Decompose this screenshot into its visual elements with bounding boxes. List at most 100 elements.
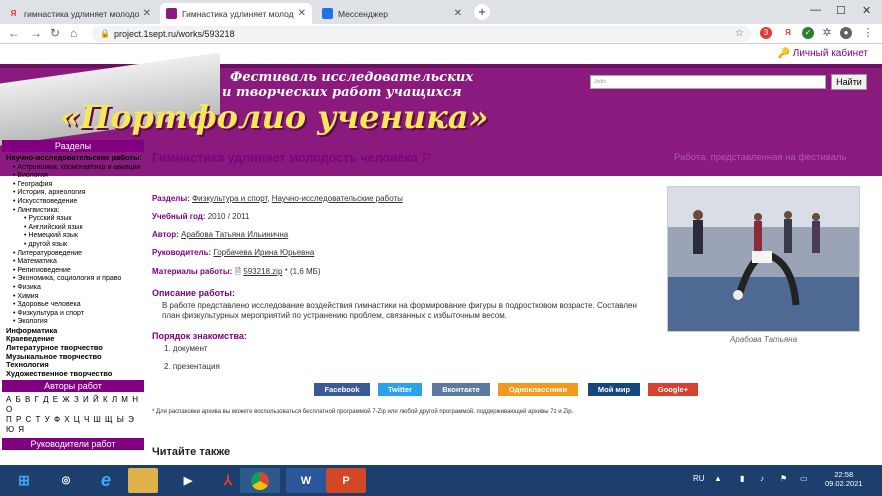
tray-arrow-icon[interactable]: ▲	[714, 474, 722, 483]
menu-icon[interactable]: ⋮	[862, 27, 874, 39]
battery-icon[interactable]: ▭	[800, 474, 808, 483]
sidebar-item[interactable]: • Астрономия, космонавтика и авиация	[6, 164, 144, 173]
authors-alphabet[interactable]: А Б В Г Д Е Ж З И Й К Л М Н О П Р С Т У …	[2, 392, 144, 438]
cabinet-label: Личный кабинет	[792, 48, 868, 59]
sidebar-item[interactable]: • Здоровье человека	[6, 301, 144, 310]
toolbar: ← → ↻ ⌂ 🔒 project.1sept.ru/works/593218 …	[0, 24, 882, 44]
share-button-0[interactable]: Facebook	[314, 383, 370, 396]
tab-label: Мессенджер	[338, 8, 388, 19]
sidebar-item[interactable]: • Физика	[6, 284, 144, 293]
sidebar-item[interactable]: • другой язык	[6, 241, 144, 250]
new-tab-button[interactable]: +	[474, 4, 490, 20]
alice-icon[interactable]: ◎	[46, 468, 86, 493]
share-button-3[interactable]: Одноклассники	[498, 383, 578, 396]
sidebar-item[interactable]: • Литературоведение	[6, 250, 144, 259]
clock-time: 22:58	[834, 470, 854, 479]
portfolio-icon	[166, 8, 177, 19]
network-icon[interactable]: ▮	[740, 474, 744, 483]
media-icon[interactable]: ▶	[168, 468, 208, 493]
banner-title: «Портфолио ученика»	[60, 98, 489, 136]
language-indicator[interactable]: RU	[693, 474, 705, 483]
speaker-icon[interactable]: ♪	[760, 474, 764, 483]
powerpoint-icon[interactable]: P	[326, 468, 366, 493]
sections-row: Разделы: Физкультура и спорт, Научно-исс…	[152, 194, 403, 203]
flag-tray-icon[interactable]: ⚑	[780, 474, 787, 483]
sidebar-item[interactable]: • Русский язык	[6, 215, 144, 224]
sidebar-item[interactable]: • Религиоведение	[6, 267, 144, 276]
leader-label: Руководитель:	[152, 248, 212, 257]
footnote: * Для распаковки архива вы можете воспол…	[152, 409, 574, 415]
tab-label: гимнастика удлиняет молодость	[24, 8, 139, 19]
section-link[interactable]: Научно-исследовательские работы	[272, 194, 403, 203]
yandex-extension-icon[interactable]: Я	[782, 27, 794, 39]
share-button-4[interactable]: Мой мир	[588, 383, 640, 396]
key-icon: 🔑	[777, 48, 790, 59]
file-link[interactable]: 593218.zip	[243, 267, 282, 276]
share-button-1[interactable]: Twitter	[378, 383, 422, 396]
tab-portfolio[interactable]: Гимнастика удлиняет молодость ✕	[160, 3, 312, 24]
order-heading: Порядок знакомства:	[152, 331, 247, 341]
section-link[interactable]: Физкультура и спорт	[192, 194, 267, 203]
order-head-text: Порядок знакомства:	[152, 331, 247, 341]
maximize-button[interactable]: ☐	[836, 4, 846, 17]
avatar[interactable]: ●	[840, 27, 852, 39]
sidebar-item[interactable]: • Физкультура и спорт	[6, 310, 144, 319]
share-button-2[interactable]: Вконтакте	[432, 383, 490, 396]
search-input[interactable]: Jndtc	[590, 75, 826, 89]
file-icon: 🗎	[234, 267, 242, 276]
alphabet-row[interactable]: П Р С Т У Ф Х Ц Ч Ш Щ Ы Э Ю Я	[6, 415, 140, 435]
read-also-heading: Читайте также	[152, 446, 231, 458]
personal-cabinet-link[interactable]: 🔑 Личный кабинет	[778, 48, 868, 59]
share-button-5[interactable]: Google+	[648, 383, 698, 396]
tab-yandex[interactable]: Я гимнастика удлиняет молодость ✕	[2, 3, 157, 24]
close-window-button[interactable]: ✕	[862, 4, 871, 17]
sections-heading: Разделы	[2, 140, 144, 152]
description: В работе представлено исследование возде…	[162, 301, 637, 320]
search-button[interactable]: Найти	[831, 74, 867, 90]
close-icon[interactable]: ✕	[143, 8, 151, 19]
back-icon[interactable]: ←	[8, 26, 20, 40]
sidebar-item[interactable]: • Искусствоведение	[6, 198, 144, 207]
word-icon[interactable]: W	[286, 468, 326, 493]
desc-heading: Описание работы:	[152, 288, 235, 298]
clock-date: 09.02.2021	[825, 479, 863, 488]
festival-note: Работа, представленная на фестиваль	[674, 152, 847, 163]
sidebar-item[interactable]: • История, археология	[6, 189, 144, 198]
star-icon[interactable]: ☆	[735, 26, 744, 42]
sidebar-item[interactable]: • Математика	[6, 258, 144, 267]
tab-messenger[interactable]: Мессенджер ✕	[316, 3, 468, 24]
reload-icon[interactable]: ↻	[50, 26, 60, 40]
sidebar-item[interactable]: • География	[6, 181, 144, 190]
badge-extension-icon[interactable]: 3	[760, 27, 772, 39]
start-button[interactable]: ⊞	[4, 468, 44, 493]
check-extension-icon[interactable]: ✓	[802, 27, 814, 39]
address-bar[interactable]: 🔒 project.1sept.ru/works/593218 ☆	[92, 26, 752, 42]
sidebar-item[interactable]: • Лингвистика:	[6, 207, 144, 216]
alphabet-row[interactable]: А Б В Г Д Е Ж З И Й К Л М Н О	[6, 395, 140, 415]
sidebar-item[interactable]: • Экономика, социология и право	[6, 275, 144, 284]
year-value: 2010 / 2011	[207, 212, 250, 221]
explorer-icon[interactable]	[128, 468, 158, 493]
order-item: 2. презентация	[164, 362, 220, 371]
forward-icon[interactable]: →	[30, 26, 42, 40]
author-link[interactable]: Арабова Татьяна Ильинична	[181, 230, 288, 239]
close-icon[interactable]: ✕	[298, 8, 306, 19]
yandex-icon: Я	[10, 9, 17, 18]
sidebar-item[interactable]: • Биология	[6, 172, 144, 181]
puzzle-icon[interactable]: ✲	[821, 27, 833, 39]
minimize-button[interactable]: —	[810, 4, 821, 16]
main-content: Гимнастика удлиняет молодость человека ⚐…	[152, 150, 872, 371]
research-heading[interactable]: Научно-исследовательские работы:	[6, 153, 142, 162]
sidebar-item[interactable]: • Немецкий язык	[6, 232, 144, 241]
ie-icon[interactable]: e	[86, 468, 126, 493]
close-icon[interactable]: ✕	[454, 8, 462, 19]
sidebar-category[interactable]: Художественное творчество	[6, 369, 144, 379]
leader-link[interactable]: Горбачева Ирина Юрьевна	[213, 248, 314, 257]
work-photo[interactable]	[667, 186, 860, 332]
clock[interactable]: 22:58 09.02.2021	[825, 470, 863, 488]
materials-label: Материалы работы:	[152, 267, 233, 276]
flag-icon[interactable]: ⚐	[421, 151, 432, 165]
chrome-icon[interactable]	[240, 468, 280, 493]
sidebar-item[interactable]: • Химия	[6, 293, 144, 302]
home-icon[interactable]: ⌂	[70, 26, 77, 40]
